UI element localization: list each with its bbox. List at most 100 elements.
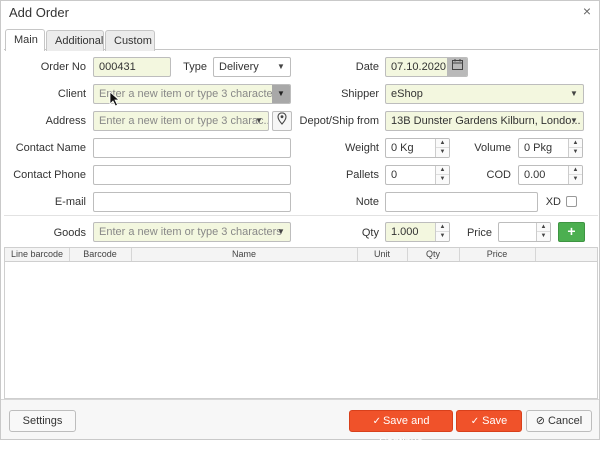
contact-phone-label: Contact Phone [13, 169, 86, 181]
column-header-name[interactable]: Name [133, 249, 355, 259]
column-divider [407, 248, 408, 261]
volume-value: 0 Pkg [524, 142, 553, 154]
address-combobox[interactable]: Enter a new item or type 3 charac... ▼ [93, 111, 269, 131]
dialog-title: Add Order [9, 5, 69, 20]
map-pin-button[interactable] [272, 111, 292, 131]
goods-label: Goods [53, 227, 86, 239]
tab-additional[interactable]: Additional [46, 30, 104, 51]
qty-input[interactable]: 1.000 ▲ ▼ [385, 222, 450, 242]
add-order-dialog: Add Order × Main Additional Custom Order… [0, 0, 600, 448]
qty-label: Qty [361, 227, 379, 239]
volume-input[interactable]: 0 Pkg ▲ ▼ [518, 138, 583, 158]
order-no-label: Order No [40, 61, 86, 73]
tab-custom[interactable]: Custom [105, 30, 155, 51]
column-divider [357, 248, 358, 261]
chevron-down-icon[interactable]: ▼ [436, 148, 449, 157]
column-divider [69, 248, 70, 261]
pallets-input[interactable]: 0 ▲ ▼ [385, 165, 450, 185]
pallets-stepper[interactable]: ▲ ▼ [435, 166, 449, 184]
chevron-down-icon: ▼ [277, 62, 285, 71]
column-divider [459, 248, 460, 261]
chevron-down-icon[interactable]: ▼ [272, 223, 290, 241]
column-divider [535, 248, 536, 261]
chevron-down-icon: ▼ [570, 116, 578, 125]
email-input[interactable] [93, 192, 291, 212]
weight-input[interactable]: 0 Kg ▲ ▼ [385, 138, 450, 158]
order-lines-grid[interactable]: Line barcode Barcode Name Unit Qty Price [4, 247, 598, 399]
volume-label: Volume [474, 142, 511, 154]
client-label: Client [57, 88, 86, 100]
column-header-qty[interactable]: Qty [409, 249, 457, 259]
column-header-barcode[interactable]: Barcode [71, 249, 129, 259]
price-stepper[interactable]: ▲ ▼ [536, 223, 550, 241]
calendar-icon[interactable] [447, 58, 467, 76]
address-label: Address [45, 115, 86, 127]
chevron-up-icon[interactable]: ▲ [436, 139, 449, 148]
qty-value: 1.000 [391, 226, 419, 238]
depot-label: Depot/Ship from [299, 115, 379, 127]
depot-value: 13B Dunster Gardens Kilburn, Londo... [391, 115, 581, 127]
column-header-line-barcode[interactable]: Line barcode [7, 249, 67, 259]
weight-value: 0 Kg [391, 142, 414, 154]
add-goods-button[interactable]: + [558, 222, 585, 242]
date-label: Date [355, 61, 379, 73]
column-divider [131, 248, 132, 261]
chevron-up-icon[interactable]: ▲ [569, 139, 582, 148]
pallets-label: Pallets [345, 169, 379, 181]
note-label: Note [355, 196, 379, 208]
cancel-icon: ⊘ [535, 415, 545, 427]
save-and-continue-label: Save and Continue [378, 415, 430, 448]
depot-select[interactable]: 13B Dunster Gardens Kilburn, Londo... ▼ [385, 111, 584, 131]
contact-phone-input[interactable] [93, 165, 291, 185]
order-no-input[interactable]: 000431 [93, 57, 171, 77]
save-button[interactable]: ✓ Save [456, 410, 522, 432]
mouse-cursor-icon [109, 91, 121, 107]
date-input[interactable]: 07.10.2020 [385, 57, 468, 77]
cod-label: COD [486, 169, 511, 181]
column-header-price[interactable]: Price [461, 249, 533, 259]
qty-stepper[interactable]: ▲ ▼ [435, 223, 449, 241]
cod-stepper[interactable]: ▲ ▼ [568, 166, 582, 184]
price-input[interactable]: ▲ ▼ [498, 222, 551, 242]
chevron-down-icon[interactable]: ▼ [569, 148, 582, 157]
chevron-down-icon[interactable]: ▼ [436, 175, 449, 184]
shipper-value: eShop [391, 88, 423, 100]
type-value: Delivery [219, 61, 259, 73]
cod-input[interactable]: 0.00 ▲ ▼ [518, 165, 583, 185]
weight-stepper[interactable]: ▲ ▼ [435, 139, 449, 157]
chevron-down-icon[interactable]: ▼ [272, 85, 290, 103]
chevron-up-icon[interactable]: ▲ [436, 223, 449, 232]
grid-header: Line barcode Barcode Name Unit Qty Price [5, 248, 597, 262]
weight-label: Weight [344, 142, 379, 154]
chevron-down-icon[interactable]: ▼ [537, 232, 550, 241]
address-placeholder: Enter a new item or type 3 charac... [99, 115, 269, 127]
type-select[interactable]: Delivery ▼ [213, 57, 291, 77]
save-and-continue-button[interactable]: ✓ Save and Continue [349, 410, 453, 448]
price-label: Price [466, 227, 492, 239]
chevron-down-icon[interactable]: ▼ [250, 112, 268, 130]
contact-name-input[interactable] [93, 138, 291, 158]
check-icon: ✓ [372, 416, 381, 427]
dialog-footer: Settings ✓ Save and Continue ✓ Save ⊘ Cance… [1, 399, 599, 448]
client-combobox[interactable]: Enter a new item or type 3 characters ▼ [93, 84, 291, 104]
goods-placeholder: Enter a new item or type 3 characters [99, 226, 282, 238]
contact-name-label: Contact Name [15, 142, 86, 154]
chevron-down-icon[interactable]: ▼ [569, 175, 582, 184]
chevron-down-icon[interactable]: ▼ [436, 232, 449, 241]
settings-button[interactable]: Settings [9, 410, 76, 432]
close-icon[interactable]: × [583, 3, 591, 19]
goods-combobox[interactable]: Enter a new item or type 3 characters ▼ [93, 222, 291, 242]
volume-stepper[interactable]: ▲ ▼ [568, 139, 582, 157]
plus-icon: + [567, 223, 576, 239]
cod-value: 0.00 [524, 169, 546, 181]
chevron-up-icon[interactable]: ▲ [537, 223, 550, 232]
cancel-button[interactable]: ⊘ Cancel [526, 410, 592, 432]
column-header-unit[interactable]: Unit [359, 249, 405, 259]
shipper-select[interactable]: eShop ▼ [385, 84, 584, 104]
xd-checkbox[interactable] [566, 196, 577, 207]
tab-main[interactable]: Main [5, 29, 45, 51]
note-input[interactable] [385, 192, 538, 212]
chevron-up-icon[interactable]: ▲ [569, 166, 582, 175]
check-icon: ✓ [470, 416, 480, 427]
chevron-up-icon[interactable]: ▲ [436, 166, 449, 175]
